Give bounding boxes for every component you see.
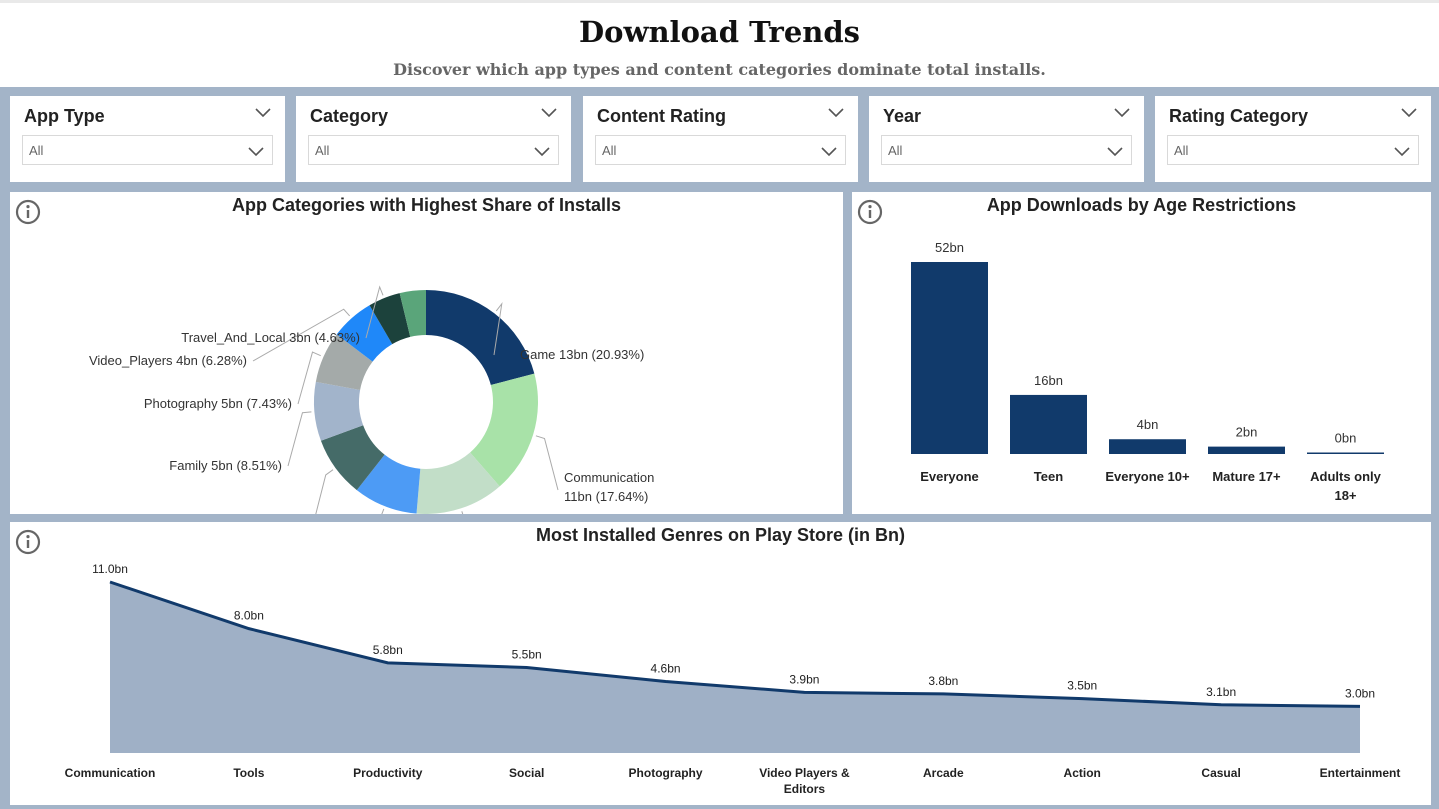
point-value-label: 8.0bn: [234, 609, 264, 623]
dropdown-value: All: [29, 143, 44, 158]
chevron-down-icon[interactable]: [255, 106, 271, 118]
area-fill: [110, 582, 1360, 753]
area-chart: 11.0bn Communication 8.0bn Tools 5.8bn Produc…: [65, 562, 1401, 796]
filter-rating-category: Rating Category All: [1155, 96, 1431, 182]
leader-line: [461, 511, 464, 514]
leader-line: [287, 411, 312, 467]
bar[interactable]: [911, 262, 988, 454]
leader-line: [535, 435, 559, 491]
x-tick-label: Tools: [233, 766, 264, 780]
x-tick-label: Entertainment: [1320, 766, 1401, 780]
chevron-down-icon[interactable]: [1401, 106, 1417, 118]
content-rating-dropdown[interactable]: All: [595, 135, 846, 165]
point-value-label: 3.0bn: [1345, 686, 1375, 700]
bar-value-label: 4bn: [1137, 417, 1159, 432]
chevron-down-icon: [1107, 147, 1123, 157]
x-tick-label: Action: [1064, 766, 1101, 780]
x-tick-label: Everyone 10+: [1105, 469, 1190, 484]
filter-category: Category All: [296, 96, 571, 182]
x-tick-label: Productivity: [353, 766, 423, 780]
donut-chart: Game 13bn (20.93%) Communication 11bn (17.…: [89, 285, 654, 514]
chevron-down-icon[interactable]: [1114, 106, 1130, 118]
bar[interactable]: [1208, 446, 1285, 454]
dropdown-value: All: [602, 143, 617, 158]
dropdown-value: All: [315, 143, 330, 158]
point-value-label: 3.8bn: [928, 674, 958, 688]
x-tick-label: Adults only 18+: [1310, 469, 1382, 503]
chevron-down-icon[interactable]: [828, 106, 844, 118]
category-dropdown[interactable]: All: [308, 135, 559, 165]
filter-label: Year: [883, 106, 922, 126]
slice-label: Game 13bn (20.93%): [520, 347, 644, 362]
year-dropdown[interactable]: All: [881, 135, 1132, 165]
leader-line: [381, 508, 385, 514]
page-header: Download Trends Discover which app types…: [0, 3, 1439, 87]
rating-category-dropdown[interactable]: All: [1167, 135, 1419, 165]
leader-line: [315, 469, 334, 514]
donut-chart-card: App Categories with Highest Share of Ins…: [10, 192, 843, 514]
point-value-label: 5.5bn: [512, 648, 542, 662]
x-tick-label: Video Players & Editors: [759, 766, 850, 796]
filter-label: Category: [310, 106, 389, 126]
slice-label: Video_Players 4bn (6.28%): [89, 353, 247, 368]
donut-slice[interactable]: [426, 290, 535, 386]
chevron-down-icon: [1394, 147, 1410, 157]
x-tick-label: Casual: [1201, 766, 1240, 780]
point-value-label: 11.0bn: [92, 562, 128, 576]
point-value-label: 3.1bn: [1206, 685, 1236, 699]
point-value-label: 3.5bn: [1067, 679, 1097, 693]
x-tick-label: Everyone: [920, 469, 979, 484]
bar[interactable]: [1010, 394, 1087, 454]
filter-year: Year All: [869, 96, 1144, 182]
x-tick-label: Communication: [65, 766, 156, 780]
slice-label: Photography 5bn (7.43%): [144, 396, 292, 411]
slice-label: Travel_And_Local 3bn (4.63%): [181, 330, 360, 345]
page-title: Download Trends: [579, 15, 860, 49]
x-tick-label: Mature 17+: [1212, 469, 1281, 484]
bar-value-label: 16bn: [1034, 373, 1063, 388]
chevron-down-icon: [821, 147, 837, 157]
bar-chart: 52bn Everyone 16bn Teen 4bn Everyone 10+ 2bn Ma…: [911, 240, 1384, 503]
filter-label: Content Rating: [597, 106, 726, 126]
chevron-down-icon: [248, 147, 264, 157]
chevron-down-icon[interactable]: [541, 106, 557, 118]
filter-label: Rating Category: [1169, 106, 1309, 126]
page-subtitle: Discover which app types and content cat…: [393, 60, 1046, 79]
dropdown-value: All: [888, 143, 903, 158]
x-tick-label: Teen: [1034, 469, 1063, 484]
bar[interactable]: [1109, 439, 1186, 454]
dashboard-canvas: App Type All Category All Content Rating…: [0, 87, 1439, 809]
bar-value-label: 0bn: [1335, 431, 1357, 446]
app-type-dropdown[interactable]: All: [22, 135, 273, 165]
area-chart-card: Most Installed Genres on Play Store (in …: [10, 522, 1431, 805]
point-value-label: 5.8bn: [373, 643, 403, 657]
bar-value-label: 2bn: [1236, 425, 1258, 440]
chevron-down-icon: [534, 147, 550, 157]
x-tick-label: Arcade: [923, 766, 964, 780]
filter-content-rating: Content Rating All: [583, 96, 858, 182]
filter-app-type: App Type All: [10, 96, 285, 182]
x-tick-label: Social: [509, 766, 544, 780]
point-value-label: 3.9bn: [789, 672, 819, 686]
bar-chart-card: App Downloads by Age Restrictions 52bn Ev…: [852, 192, 1431, 514]
slice-label: Family 5bn (8.51%): [169, 458, 282, 473]
bar-value-label: 52bn: [935, 240, 964, 255]
slice-label: Communication 11bn (17.64%): [564, 470, 654, 504]
point-value-label: 4.6bn: [651, 661, 681, 675]
filter-label: App Type: [24, 106, 105, 126]
bar[interactable]: [1307, 452, 1384, 455]
dropdown-value: All: [1174, 143, 1189, 158]
x-tick-label: Photography: [629, 766, 703, 780]
